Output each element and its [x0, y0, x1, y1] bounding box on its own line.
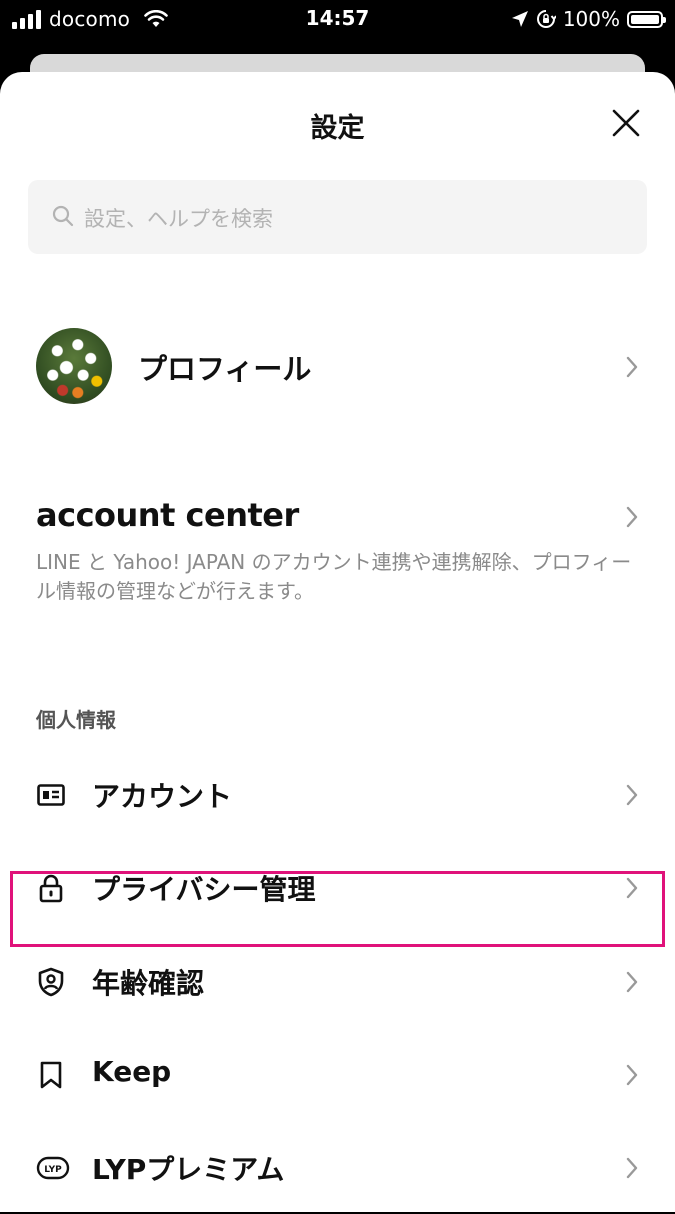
- menu-item-label: Keep: [92, 1055, 172, 1088]
- chevron-right-icon: [626, 356, 638, 378]
- rotation-lock-icon: [536, 10, 556, 28]
- settings-sheet: 設定 設定、ヘルプを検索 プロフィール account center LINE …: [0, 72, 675, 1212]
- chevron-right-icon: [626, 784, 638, 806]
- account-center-row[interactable]: account center LINE と Yahoo! JAPAN のアカウン…: [0, 496, 675, 616]
- menu-item-keep[interactable]: Keep: [0, 1029, 675, 1121]
- search-icon: [52, 205, 74, 227]
- chevron-right-icon: [626, 1157, 638, 1179]
- svg-text:LYP: LYP: [44, 1165, 62, 1175]
- search-placeholder: 設定、ヘルプを検索: [84, 207, 273, 231]
- search-input[interactable]: 設定、ヘルプを検索: [28, 180, 647, 254]
- battery-percent: 100%: [562, 7, 620, 31]
- menu-item-label: 年齢確認: [92, 967, 205, 1000]
- menu-item-label: アカウント: [92, 780, 233, 813]
- account-center-description: LINE と Yahoo! JAPAN のアカウント連携や連携解除、プロフィール…: [36, 550, 632, 603]
- id-card-icon: [37, 784, 65, 806]
- chevron-right-icon: [626, 877, 638, 899]
- battery-icon: [627, 10, 666, 28]
- menu-item-privacy[interactable]: プライバシー管理: [0, 842, 675, 934]
- status-bar: docomo 14:57 100%: [0, 0, 675, 40]
- menu-item-label: プライバシー管理: [92, 873, 316, 906]
- close-icon[interactable]: [611, 108, 641, 138]
- menu-item-account[interactable]: アカウント: [0, 749, 675, 841]
- location-arrow-icon: [511, 11, 528, 27]
- chevron-right-icon: [626, 971, 638, 993]
- page-title: 設定: [310, 113, 365, 144]
- chevron-right-icon: [626, 1064, 638, 1086]
- bookmark-icon: [40, 1061, 62, 1089]
- menu-item-age-verification[interactable]: 年齢確認: [0, 936, 675, 1028]
- menu-item-lyp-premium[interactable]: LYP LYPプレミアム: [0, 1122, 675, 1214]
- chevron-right-icon: [626, 506, 638, 528]
- status-right: 100%: [511, 7, 666, 31]
- profile-row[interactable]: プロフィール: [0, 328, 675, 406]
- menu-item-label: LYPプレミアム: [92, 1153, 285, 1186]
- lyp-icon: LYP: [36, 1156, 70, 1180]
- avatar: [36, 328, 112, 404]
- shield-user-icon: [38, 967, 64, 997]
- section-label-personal-info: 個人情報: [36, 708, 116, 732]
- lock-icon: [39, 874, 63, 903]
- profile-label: プロフィール: [138, 352, 312, 386]
- account-center-title: account center: [36, 496, 299, 534]
